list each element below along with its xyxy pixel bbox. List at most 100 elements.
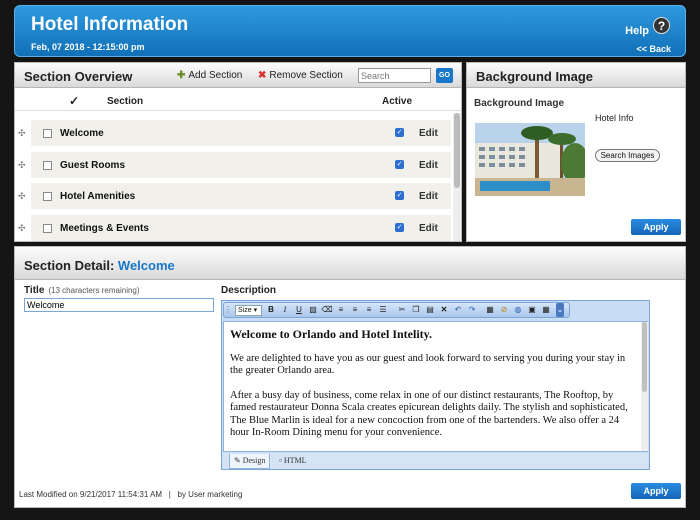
scrollbar-thumb[interactable]: [454, 113, 460, 188]
remove-section-button[interactable]: ✖ Remove Section: [258, 70, 343, 81]
drag-handle-icon[interactable]: ✣: [18, 223, 26, 234]
link-icon[interactable]: ⊘: [498, 304, 510, 316]
section-search-input[interactable]: [358, 68, 431, 83]
font-size-select[interactable]: Size ▾: [235, 305, 262, 316]
section-detail-name: Welcome: [117, 258, 175, 273]
section-list-scrollbar[interactable]: [453, 113, 461, 241]
section-name: Hotel Amenities: [60, 191, 136, 202]
align-right-icon[interactable]: ≡: [363, 304, 375, 316]
last-modified-text: Last Modified on 9/21/2017 11:54:31 AM: [19, 490, 163, 499]
back-link[interactable]: << Back: [636, 44, 671, 54]
toolbar-expand-icon[interactable]: ⌄: [556, 303, 564, 317]
html-icon: ▫: [279, 456, 282, 465]
align-left-icon[interactable]: ≡: [335, 304, 347, 316]
table-icon[interactable]: ▦: [484, 304, 496, 316]
content-paragraph: We are delighted to have you as our gues…: [230, 352, 626, 377]
editor-content-area[interactable]: Welcome to Orlando and Hotel Intelity. W…: [223, 321, 648, 452]
description-label: Description: [221, 285, 277, 296]
header-datetime: Feb, 07 2018 - 12:15:00 pm: [31, 42, 145, 52]
paste-icon[interactable]: ▤: [424, 304, 436, 316]
column-section: Section: [107, 96, 144, 107]
add-section-button[interactable]: ✚ Add Section: [177, 70, 242, 81]
background-image-panel: Background Image Background Image Hotel …: [466, 62, 686, 242]
edit-link[interactable]: Edit: [419, 128, 438, 139]
section-overview-header: Section Overview ✚ Add Section ✖ Remove Se…: [15, 63, 461, 88]
search-images-button[interactable]: Search Images: [595, 149, 660, 162]
undo-icon[interactable]: ↶: [452, 304, 464, 316]
help-icon[interactable]: ?: [653, 17, 670, 34]
page-title: Hotel Information: [31, 14, 189, 35]
section-detail-header: Section Detail: Welcome: [15, 247, 685, 280]
section-overview-title: Section Overview: [24, 69, 133, 84]
grid-icon[interactable]: ▦: [540, 304, 552, 316]
section-detail-prefix: Section Detail:: [24, 258, 115, 273]
drag-handle-icon[interactable]: ✣: [18, 191, 26, 202]
editor-scrollbar-thumb[interactable]: [642, 322, 647, 392]
title-input[interactable]: [24, 298, 214, 312]
background-image-title: Background Image: [476, 69, 594, 84]
active-checkbox[interactable]: ✓: [395, 223, 404, 232]
bold-icon[interactable]: B: [265, 304, 277, 316]
detail-apply-button[interactable]: Apply: [631, 483, 681, 499]
edit-link[interactable]: Edit: [419, 223, 438, 234]
last-modified-note: Last Modified on 9/21/2017 11:54:31 AM |…: [19, 490, 242, 499]
drag-handle-icon[interactable]: ✣: [18, 128, 26, 139]
background-image-name: Hotel Info: [595, 113, 634, 123]
section-name: Meetings & Events: [60, 223, 149, 234]
eraser-icon[interactable]: ⌫: [321, 304, 333, 316]
section-row[interactable]: ✣ Hotel Amenities ✓ Edit: [18, 183, 451, 209]
drag-handle-icon[interactable]: ✣: [18, 160, 26, 171]
edit-link[interactable]: Edit: [419, 191, 438, 202]
column-active: Active: [382, 96, 413, 107]
row-select-checkbox[interactable]: [43, 161, 52, 170]
content-heading: Welcome to Orlando and Hotel Intelity.: [230, 327, 432, 341]
redo-icon[interactable]: ↷: [466, 304, 478, 316]
tab-design-label: Design: [242, 456, 266, 465]
underline-icon[interactable]: U: [293, 304, 305, 316]
font-size-label: Size: [238, 307, 252, 314]
toolbar-grip-icon[interactable]: ⋮: [224, 304, 232, 316]
background-image-header: Background Image: [467, 63, 685, 88]
row-select-checkbox[interactable]: [43, 129, 52, 138]
row-select-checkbox[interactable]: [43, 224, 52, 233]
background-apply-button[interactable]: Apply: [631, 219, 681, 235]
add-section-label: Add Section: [188, 70, 243, 81]
remove-icon: ✖: [258, 70, 267, 81]
image-manager-icon[interactable]: ◍: [512, 304, 524, 316]
template-icon[interactable]: ▣: [526, 304, 538, 316]
section-row[interactable]: ✣ Guest Rooms ✓ Edit: [18, 152, 451, 178]
active-checkbox[interactable]: ✓: [395, 160, 404, 169]
section-row[interactable]: ✣ Welcome ✓ Edit: [18, 120, 451, 146]
tab-html-label: HTML: [283, 456, 307, 465]
section-table-header: ✓ Section Active: [15, 93, 461, 111]
tab-design[interactable]: ✎ Design: [229, 454, 271, 469]
image-icon[interactable]: ▨: [307, 304, 319, 316]
active-checkbox[interactable]: ✓: [395, 191, 404, 200]
section-name: Guest Rooms: [60, 160, 126, 171]
align-center-icon[interactable]: ≡: [349, 304, 361, 316]
help-link[interactable]: Help: [625, 25, 649, 37]
cut-icon[interactable]: ✂: [396, 304, 408, 316]
copy-icon[interactable]: ❐: [410, 304, 422, 316]
section-detail-panel: Section Detail: Welcome Title (13 charact…: [14, 246, 686, 508]
active-checkbox[interactable]: ✓: [395, 128, 404, 137]
section-row[interactable]: ✣ Meetings & Events ✓ Edit: [18, 215, 451, 241]
modified-by-text: by User marketing: [177, 490, 243, 499]
edit-link[interactable]: Edit: [419, 160, 438, 171]
align-justify-icon[interactable]: ☰: [377, 304, 389, 316]
title-field-label: Title (13 characters remaining): [24, 285, 140, 296]
delete-icon[interactable]: ✕: [438, 304, 450, 316]
row-select-checkbox[interactable]: [43, 192, 52, 201]
app-header: Hotel Information Feb, 07 2018 - 12:15:0…: [14, 5, 686, 57]
hotel-thumbnail-image: [475, 123, 585, 196]
background-image-label: Background Image: [474, 98, 565, 109]
tab-html[interactable]: ▫ HTML: [279, 454, 307, 469]
editor-scrollbar[interactable]: [641, 322, 648, 451]
select-all-check-icon[interactable]: ✓: [69, 94, 79, 108]
remove-section-label: Remove Section: [269, 70, 343, 81]
editor-mode-tabs: ✎ Design ▫ HTML: [223, 453, 648, 469]
italic-icon[interactable]: I: [279, 304, 291, 316]
rich-text-editor: ⋮ Size ▾ B I U ▨ ⌫ ≡ ≡ ≡ ☰ ✂ ❐ ▤ ✕ ↶ ↷ ▦…: [221, 300, 650, 470]
search-go-button[interactable]: GO: [436, 68, 453, 83]
section-name: Welcome: [60, 128, 104, 139]
